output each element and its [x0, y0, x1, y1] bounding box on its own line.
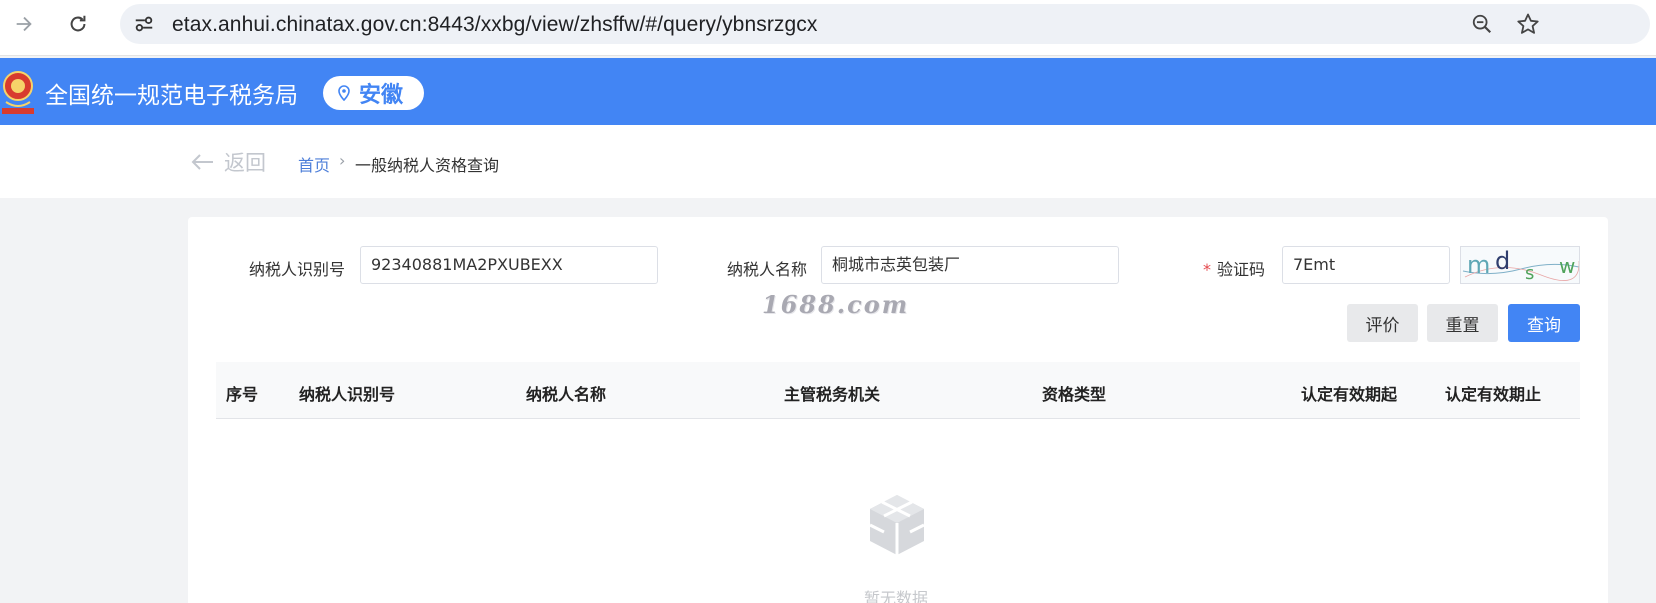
location-pin-icon: [338, 85, 350, 101]
svg-text:w: w: [1559, 254, 1575, 278]
taxpayer-id-input[interactable]: 92340881MA2PXUBEXX: [360, 246, 658, 284]
site-title: 全国统一规范电子税务局: [45, 83, 298, 109]
captcha-input[interactable]: 7Emt: [1282, 246, 1450, 284]
captcha-label-text: 验证码: [1217, 260, 1266, 279]
zoom-icon: [1472, 14, 1492, 34]
region-selector[interactable]: 安徽: [323, 76, 424, 110]
captcha-label: * 验证码: [1203, 256, 1265, 280]
reload-button[interactable]: [62, 8, 94, 40]
taxpayer-name-label: 纳税人名称: [727, 260, 808, 279]
breadcrumb-current: 一般纳税人资格查询: [355, 156, 500, 175]
reload-icon: [70, 15, 86, 32]
breadcrumb-home-link[interactable]: 首页: [298, 152, 330, 176]
forward-button[interactable]: [8, 8, 40, 40]
svg-text:m: m: [1467, 251, 1490, 279]
column-header-valid-from: 认定有效期起: [1301, 385, 1398, 404]
back-button[interactable]: 返回: [190, 147, 266, 177]
svg-text:d: d: [1495, 247, 1510, 275]
taxpayer-name-input[interactable]: 桐城市志英包装厂: [821, 246, 1119, 284]
column-header-qualification-type: 资格类型: [1042, 385, 1107, 404]
breadcrumb-separator: ›: [339, 151, 346, 170]
captcha-image[interactable]: m d s w: [1460, 246, 1580, 284]
region-label: 安徽: [359, 83, 404, 108]
site-info-button[interactable]: [130, 10, 158, 38]
back-arrow-icon: [191, 154, 213, 170]
column-header-valid-to: 认定有效期止: [1445, 385, 1542, 404]
column-header-index: 序号: [226, 385, 259, 404]
evaluate-button[interactable]: 评价: [1347, 304, 1418, 342]
empty-box-icon: [869, 495, 925, 555]
svg-text:s: s: [1525, 263, 1534, 283]
column-header-taxpayer-id: 纳税人识别号: [299, 385, 396, 404]
query-button[interactable]: 查询: [1508, 304, 1580, 342]
browser-toolbar: etax.anhui.chinatax.gov.cn:8443/xxbg/vie…: [0, 0, 1656, 56]
bookmark-button[interactable]: [1514, 10, 1542, 38]
empty-state-text: 暂无数据: [864, 589, 929, 603]
breadcrumb-bar: 返回 首页 › 一般纳税人资格查询: [0, 125, 1656, 198]
address-bar[interactable]: etax.anhui.chinatax.gov.cn:8443/xxbg/vie…: [120, 4, 1650, 44]
column-header-taxpayer-name: 纳税人名称: [526, 385, 607, 404]
watermark-text: 1688.com: [762, 290, 910, 319]
url-text[interactable]: etax.anhui.chinatax.gov.cn:8443/xxbg/vie…: [172, 13, 818, 37]
zoom-button[interactable]: [1468, 10, 1496, 38]
site-info-icon: [135, 16, 153, 32]
required-mark: *: [1203, 260, 1211, 279]
back-label: 返回: [224, 151, 266, 175]
tax-emblem-logo: [2, 71, 34, 114]
site-header: 全国统一规范电子税务局 安徽: [0, 58, 1656, 125]
column-header-tax-authority: 主管税务机关: [784, 385, 881, 404]
results-table-header: 序号 纳税人识别号 纳税人名称 主管税务机关 资格类型 认定有效期起 认定有效期…: [216, 362, 1580, 419]
reset-button[interactable]: 重置: [1427, 304, 1498, 342]
taxpayer-id-label: 纳税人识别号: [249, 260, 346, 279]
bookmark-star-icon: [1517, 13, 1539, 34]
forward-arrow-icon: [16, 16, 32, 32]
